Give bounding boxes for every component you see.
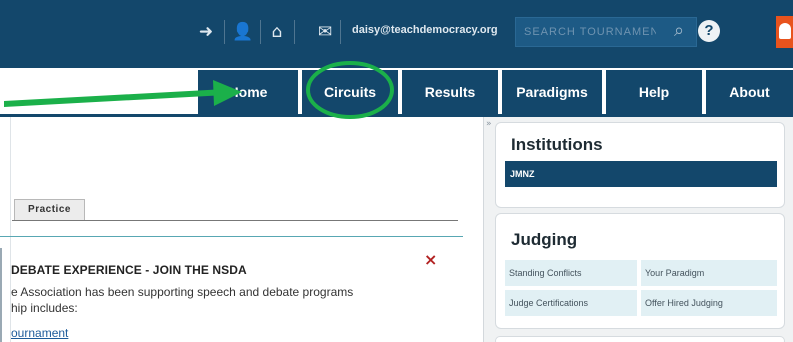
nav-help[interactable]: Help — [606, 70, 702, 114]
notice-line: hip includes: — [11, 301, 78, 315]
nav-about[interactable]: About — [706, 70, 793, 114]
separator — [224, 20, 225, 44]
judging-certifications[interactable]: Judge Certifications — [505, 290, 637, 316]
tab-underline — [12, 220, 458, 221]
envelope-icon[interactable]: ✉ — [314, 21, 336, 43]
nav-results[interactable]: Results — [402, 70, 498, 114]
notice-body: e Association has been supporting speech… — [11, 284, 353, 316]
close-icon[interactable]: × — [424, 252, 437, 268]
separator — [260, 20, 261, 44]
logout-icon[interactable]: ➜ — [195, 21, 217, 43]
search-input[interactable] — [516, 18, 656, 46]
notice-line: e Association has been supporting speech… — [11, 285, 354, 299]
help-icon[interactable]: ? — [698, 20, 720, 42]
nav-circuits[interactable]: Circuits — [302, 70, 398, 114]
separator — [294, 20, 295, 44]
separator — [340, 20, 341, 44]
institutions-title: Institutions — [511, 135, 603, 154]
home-icon[interactable]: ⌂ — [266, 21, 288, 43]
judging-standing-conflicts[interactable]: Standing Conflicts — [505, 260, 637, 286]
search-icon[interactable]: ⌕ — [668, 20, 690, 42]
nav-home[interactable]: Home — [198, 70, 298, 114]
notice-link[interactable]: ournament — [11, 326, 68, 340]
notification-icon[interactable] — [776, 16, 793, 48]
divider — [0, 236, 463, 237]
user-icon[interactable]: 👤 — [232, 21, 254, 43]
collapse-sidebar-icon[interactable]: » — [486, 119, 492, 129]
notice-title: DEBATE EXPERIENCE - JOIN THE NSDA — [11, 263, 247, 277]
judging-offer-hired[interactable]: Offer Hired Judging — [641, 290, 777, 316]
user-email[interactable]: daisy@teachdemocracy.org — [352, 24, 498, 36]
institution-item[interactable]: JMNZ — [505, 161, 777, 187]
left-marker — [0, 248, 2, 342]
tab-practice[interactable]: Practice — [14, 199, 85, 220]
nav-paradigms[interactable]: Paradigms — [502, 70, 602, 114]
judging-your-paradigm[interactable]: Your Paradigm — [641, 260, 777, 286]
sidebar-panel-next — [495, 336, 785, 342]
judging-title: Judging — [511, 230, 578, 249]
